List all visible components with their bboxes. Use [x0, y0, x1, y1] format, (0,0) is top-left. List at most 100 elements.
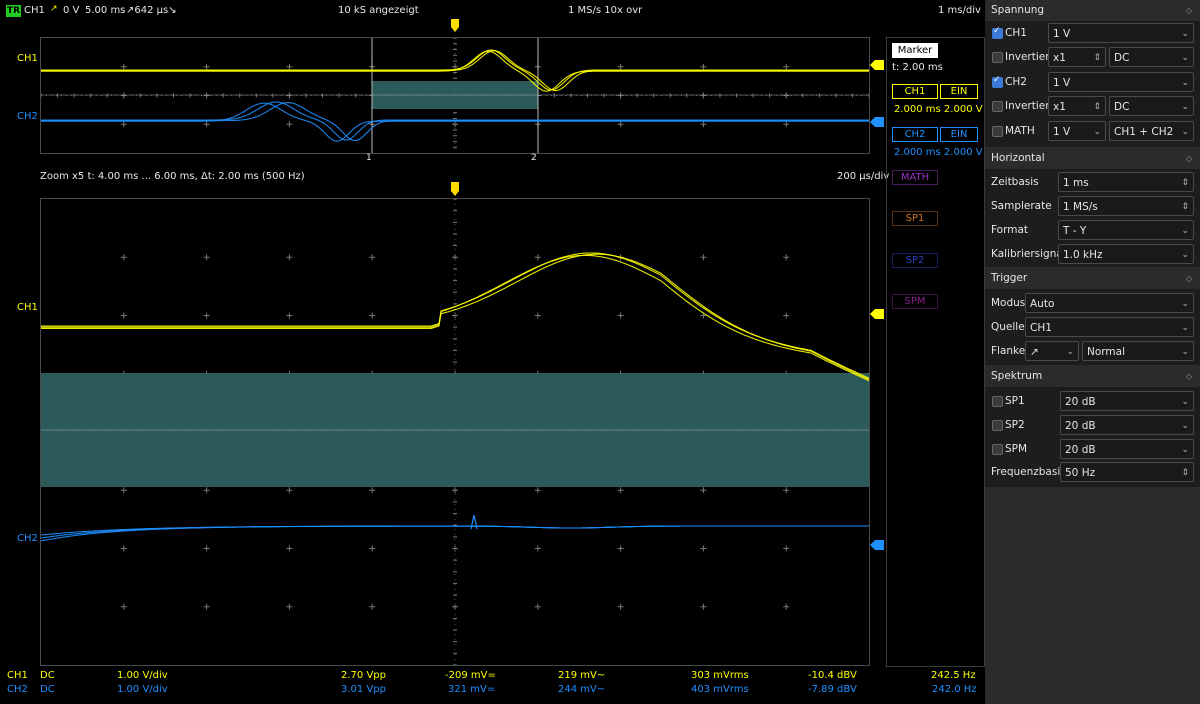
grid-cross — [286, 121, 293, 128]
ch2-label: CH2 — [1005, 76, 1027, 88]
marker-time: t: 2.00 ms — [892, 62, 943, 73]
grid-cross — [700, 603, 707, 610]
ch2-glitch-mark — [470, 514, 478, 530]
sp2-enable-checkbox[interactable] — [992, 420, 1003, 431]
grid-cross — [700, 121, 707, 128]
settings-panel: Spannung ◇ CH1 1 V⌄ Invertiert x1⇕ DC⌄ CH… — [985, 0, 1200, 704]
spm-enable-checkbox[interactable] — [992, 444, 1003, 455]
samplerate-spinbox[interactable]: 1 MS/s ⇕ — [1058, 196, 1194, 216]
meas-ch2-name: CH2 — [7, 684, 28, 695]
ch2-offset-marker[interactable] — [870, 117, 884, 130]
collapse-icon[interactable]: ◇ — [1186, 148, 1192, 169]
math-enable-checkbox[interactable] — [992, 126, 1003, 137]
section-spannung-title: Spannung — [991, 4, 1045, 16]
chevron-down-icon: ⌄ — [1066, 347, 1074, 357]
grid-cross — [700, 254, 707, 261]
grid-cross — [700, 63, 707, 70]
chevron-down-icon: ⌄ — [1181, 347, 1189, 357]
meas-ch1-vpp: 2.70 Vpp — [341, 670, 386, 681]
kalibriersignal-select[interactable]: 1.0 kHz ⌄ — [1058, 244, 1194, 264]
marker-math-button[interactable]: MATH — [892, 170, 938, 185]
ch2-invert-checkbox[interactable] — [992, 101, 1003, 112]
format-select[interactable]: T - Y ⌄ — [1058, 220, 1194, 240]
zoom-ch2-offset-marker[interactable] — [870, 540, 884, 553]
grid-cross — [534, 545, 541, 552]
zoom-ch1-offset-marker[interactable] — [870, 309, 884, 322]
grid-cross — [783, 603, 790, 610]
math-mode-select[interactable]: CH1 + CH2 ⌄ — [1109, 121, 1194, 141]
flanke-label: Flanke — [991, 345, 1026, 357]
grid-cross — [286, 603, 293, 610]
spm-db-select[interactable]: 20 dB ⌄ — [1060, 439, 1194, 459]
marker-ch2-button[interactable]: CH2 — [892, 127, 938, 142]
ch1-enable-checkbox[interactable] — [992, 26, 1003, 39]
marker-ch1-toggle[interactable]: EIN — [940, 84, 978, 99]
trigger-body: Modus Auto ⌄ Quelle CH1 ⌄ Flanke ↗ ⌄ Normal… — [985, 289, 1200, 365]
grid-cross — [783, 121, 790, 128]
ch2-coupling-select[interactable]: DC ⌄ — [1109, 96, 1194, 116]
sp2-db-select[interactable]: 20 dB ⌄ — [1060, 415, 1194, 435]
meas-ch2-rms: 403 mVrms — [691, 684, 749, 695]
marker-ch1-button[interactable]: CH1 — [892, 84, 938, 99]
meas-ch2-coupling: DC — [40, 684, 55, 695]
ch1-offset-marker[interactable] — [870, 60, 884, 73]
frequenzbasis-spinbox[interactable]: 50 Hz ⇕ — [1060, 462, 1194, 482]
trigger-position-marker[interactable] — [450, 19, 460, 32]
collapse-icon[interactable]: ◇ — [1186, 366, 1192, 387]
section-spannung[interactable]: Spannung ◇ — [985, 0, 1200, 21]
sp1-enable-checkbox[interactable] — [992, 396, 1003, 407]
section-trigger[interactable]: Trigger ◇ — [985, 268, 1200, 289]
cursor-2-label[interactable]: 2 — [531, 153, 537, 163]
grid-cross — [369, 603, 376, 610]
grid-cross — [203, 254, 210, 261]
grid-cross — [617, 487, 624, 494]
overview-ch1-label: CH1 — [17, 53, 38, 64]
ch1-probe-spinbox[interactable]: x1 ⇕ — [1048, 47, 1106, 67]
sp1-db-select[interactable]: 20 dB ⌄ — [1060, 391, 1194, 411]
ch1-invert-checkbox[interactable] — [992, 52, 1003, 63]
overview-screen[interactable] — [40, 37, 870, 154]
trigger-channel[interactable]: CH1 — [24, 5, 45, 16]
modus-select[interactable]: Auto ⌄ — [1025, 293, 1194, 313]
collapse-icon[interactable]: ◇ — [1186, 0, 1192, 21]
ch1-invert-label: Invertiert — [1005, 51, 1054, 63]
ch2-volts-select[interactable]: 1 V ⌄ — [1048, 72, 1194, 92]
grid-cross — [120, 312, 127, 319]
chevron-down-icon: ⌄ — [1181, 299, 1189, 309]
grid-cross — [534, 603, 541, 610]
section-spektrum[interactable]: Spektrum ◇ — [985, 366, 1200, 387]
section-horizontal[interactable]: Horizontal ◇ — [985, 148, 1200, 169]
grid-cross — [286, 545, 293, 552]
zoom-screen[interactable] — [40, 198, 870, 666]
ch1-volts-select[interactable]: 1 V ⌄ — [1048, 23, 1194, 43]
quelle-select[interactable]: CH1 ⌄ — [1025, 317, 1194, 337]
math-volts-select[interactable]: 1 V ⌄ — [1048, 121, 1106, 141]
zoom-trigger-marker[interactable] — [450, 182, 460, 196]
marker-sp1-button[interactable]: SP1 — [892, 211, 938, 226]
zeitbasis-spinbox[interactable]: 1 ms ⇕ — [1058, 172, 1194, 192]
grid-cross — [203, 603, 210, 610]
zoom-div-readout: 200 µs/div — [837, 171, 890, 182]
grid-cross — [286, 254, 293, 261]
zoom-ch2-label: CH2 — [17, 533, 38, 544]
ch2-enable-checkbox[interactable] — [992, 75, 1003, 88]
ch1-coupling-select[interactable]: DC ⌄ — [1109, 47, 1194, 67]
math-label: MATH — [1005, 125, 1035, 137]
spin-icon: ⇕ — [1093, 102, 1101, 112]
flanke-mode-select[interactable]: Normal ⌄ — [1082, 341, 1194, 361]
zoom-ch1-label: CH1 — [17, 302, 38, 313]
cursor-1-label[interactable]: 1 — [366, 153, 372, 163]
trigger-level[interactable]: 0 V — [63, 5, 79, 16]
marker-ch2-toggle[interactable]: EIN — [940, 127, 978, 142]
flanke-select[interactable]: ↗ ⌄ — [1025, 341, 1079, 361]
marker-ch2-values: 2.000 ms 2.000 V — [894, 147, 983, 158]
timebase-readout: 1 ms/div — [938, 5, 981, 16]
grid-cross — [120, 254, 127, 261]
marker-sp2-button[interactable]: SP2 — [892, 253, 938, 268]
ch2-probe-spinbox[interactable]: x1 ⇕ — [1048, 96, 1106, 116]
marker-button[interactable]: Marker — [892, 43, 938, 58]
marker-spm-button[interactable]: SPM — [892, 294, 938, 309]
grid-cross — [286, 487, 293, 494]
grid-cross — [286, 63, 293, 70]
collapse-icon[interactable]: ◇ — [1186, 268, 1192, 289]
